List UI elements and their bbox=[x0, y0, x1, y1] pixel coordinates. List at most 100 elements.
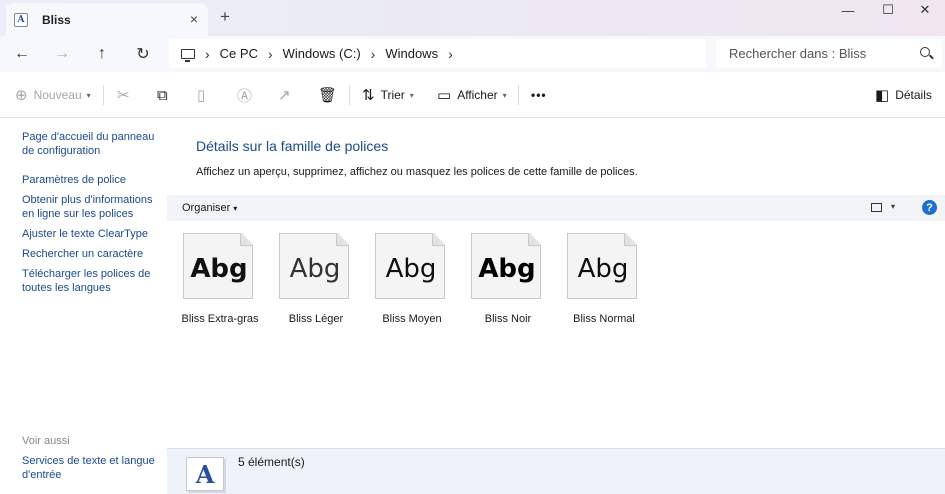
close-window-icon[interactable]: ✕ bbox=[905, 0, 945, 20]
paste-button[interactable]: ▯ bbox=[197, 84, 211, 106]
chevron-down-icon: ▾ bbox=[86, 90, 91, 100]
trash-icon: 🗑 bbox=[318, 87, 338, 104]
up-icon[interactable]: ↑ bbox=[89, 42, 115, 66]
font-preview-icon: Abg bbox=[471, 233, 541, 299]
organize-bar: Organiser ▾ ▾ ? bbox=[167, 195, 945, 221]
chevron-down-icon: ▾ bbox=[409, 90, 414, 100]
tab-bliss[interactable]: A Bliss × bbox=[6, 3, 208, 36]
font-sample: Abg bbox=[478, 254, 536, 284]
font-name: Bliss Moyen bbox=[382, 313, 442, 325]
font-item-heavy[interactable]: Abg Bliss Noir bbox=[455, 233, 541, 325]
organize-button[interactable]: Organiser ▾ bbox=[182, 202, 237, 214]
font-item-normal[interactable]: Abg Bliss Normal bbox=[551, 233, 637, 325]
address-bar[interactable]: › Ce PC › Windows (C:) › Windows › bbox=[169, 39, 706, 68]
divider bbox=[103, 85, 104, 105]
details-pane: A 5 élément(s) bbox=[167, 448, 945, 494]
tab-close-icon[interactable]: × bbox=[190, 11, 198, 27]
search-placeholder: Rechercher dans : Bliss bbox=[729, 46, 867, 61]
new-tab-icon[interactable]: + bbox=[220, 8, 230, 26]
chevron-right-icon[interactable]: › bbox=[268, 46, 273, 62]
title-bar: A Bliss × + — ☐ ✕ bbox=[0, 0, 945, 36]
divider bbox=[349, 85, 350, 105]
online-fonts-info-link[interactable]: Obtenir plus d'informations en ligne sur… bbox=[22, 193, 164, 221]
see-also-header: Voir aussi bbox=[22, 435, 70, 447]
add-icon: ⊕ bbox=[15, 87, 28, 104]
font-preview-icon: Abg bbox=[183, 233, 253, 299]
cleartype-link[interactable]: Ajuster le texte ClearType bbox=[22, 227, 164, 241]
copy-button[interactable]: ⧉ bbox=[157, 84, 174, 106]
font-name: Bliss Léger bbox=[288, 313, 344, 325]
breadcrumb-windows-c[interactable]: Windows (C:) bbox=[283, 46, 361, 61]
organize-label: Organiser bbox=[182, 202, 231, 214]
chevron-down-icon: ▾ bbox=[502, 90, 507, 100]
maximize-icon[interactable]: ☐ bbox=[868, 0, 908, 20]
font-family-icon: A bbox=[186, 457, 224, 491]
view-mode-icon[interactable] bbox=[871, 203, 882, 212]
cut-button[interactable]: ✂ bbox=[117, 84, 136, 106]
chevron-down-icon: ▾ bbox=[233, 204, 238, 213]
forward-icon[interactable]: → bbox=[49, 42, 75, 66]
control-panel-home-link[interactable]: Page d'accueil du panneau de configurati… bbox=[22, 130, 164, 158]
font-sample: Abg bbox=[577, 254, 629, 284]
font-sample: Abg bbox=[289, 254, 341, 284]
font-preview-icon: Abg bbox=[567, 233, 637, 299]
view-button[interactable]: ▭ Afficher ▾ bbox=[437, 84, 507, 106]
more-icon: ••• bbox=[531, 88, 547, 102]
more-options-button[interactable]: ••• bbox=[531, 84, 547, 106]
breadcrumb-windows[interactable]: Windows bbox=[385, 46, 438, 61]
tab-title: Bliss bbox=[42, 12, 71, 27]
details-button[interactable]: ◧ Détails bbox=[875, 84, 932, 106]
share-icon: ↗ bbox=[278, 87, 291, 104]
search-icon[interactable] bbox=[920, 47, 930, 57]
font-folder-icon: A bbox=[14, 12, 28, 27]
share-button[interactable]: ↗ bbox=[278, 84, 297, 106]
navigation-bar: ← → ↑ ↻ › Ce PC › Windows (C:) › Windows… bbox=[0, 36, 945, 72]
details-label: Détails bbox=[895, 88, 932, 102]
font-item-light[interactable]: Abg Bliss Léger bbox=[263, 233, 349, 325]
page-title: Détails sur la famille de polices bbox=[196, 138, 389, 154]
font-item-medium[interactable]: Abg Bliss Moyen bbox=[359, 233, 445, 325]
font-name: Bliss Normal bbox=[573, 313, 635, 325]
search-input[interactable]: Rechercher dans : Bliss bbox=[716, 39, 942, 68]
command-bar: ⊕ Nouveau ▾ ✂ ⧉ ▯ Ⓐ ↗ 🗑 ⇅ Trier ▾ ▭ Affi… bbox=[0, 72, 945, 118]
font-settings-link[interactable]: Paramètres de police bbox=[22, 173, 164, 187]
font-name: Bliss Noir bbox=[484, 313, 532, 325]
font-item-extra-bold[interactable]: Abg Bliss Extra-gras bbox=[167, 233, 259, 325]
download-fonts-link[interactable]: Télécharger les polices de toutes les la… bbox=[22, 267, 164, 295]
sort-icon: ⇅ bbox=[362, 87, 375, 104]
sort-button[interactable]: ⇅ Trier ▾ bbox=[362, 84, 414, 106]
rename-icon: Ⓐ bbox=[237, 87, 253, 105]
view-label: Afficher bbox=[457, 88, 498, 102]
font-sample: Abg bbox=[190, 254, 248, 284]
sort-label: Trier bbox=[380, 88, 405, 102]
font-name: Bliss Extra-gras bbox=[181, 313, 259, 325]
main-content: Détails sur la famille de polices Affich… bbox=[167, 118, 945, 448]
help-icon[interactable]: ? bbox=[922, 200, 937, 215]
copy-icon: ⧉ bbox=[157, 86, 168, 104]
details-pane-icon: ◧ bbox=[875, 87, 890, 104]
chevron-down-icon[interactable]: ▾ bbox=[891, 202, 895, 211]
divider bbox=[518, 85, 519, 105]
item-count: 5 élément(s) bbox=[238, 455, 305, 469]
font-sample: Abg bbox=[385, 254, 437, 284]
computer-icon[interactable] bbox=[181, 48, 195, 62]
chevron-right-icon[interactable]: › bbox=[371, 46, 376, 62]
font-preview-icon: Abg bbox=[279, 233, 349, 299]
breadcrumb-ce-pc[interactable]: Ce PC bbox=[220, 46, 258, 61]
chevron-right-icon[interactable]: › bbox=[205, 46, 210, 62]
task-pane: Page d'accueil du panneau de configurati… bbox=[0, 118, 167, 494]
new-button[interactable]: ⊕ Nouveau ▾ bbox=[15, 84, 91, 106]
font-preview-icon: Abg bbox=[375, 233, 445, 299]
chevron-right-icon[interactable]: › bbox=[448, 46, 453, 62]
rename-button[interactable]: Ⓐ bbox=[237, 84, 258, 106]
delete-button[interactable]: 🗑 bbox=[318, 84, 343, 106]
minimize-icon[interactable]: — bbox=[828, 0, 868, 20]
text-services-link[interactable]: Services de texte et langue d'entrée bbox=[22, 454, 164, 482]
paste-icon: ▯ bbox=[197, 87, 206, 104]
view-icon: ▭ bbox=[437, 87, 452, 104]
new-label: Nouveau bbox=[33, 88, 82, 102]
refresh-icon[interactable]: ↻ bbox=[130, 42, 156, 66]
back-icon[interactable]: ← bbox=[9, 42, 35, 66]
cut-icon: ✂ bbox=[117, 87, 130, 104]
find-character-link[interactable]: Rechercher un caractère bbox=[22, 247, 164, 261]
